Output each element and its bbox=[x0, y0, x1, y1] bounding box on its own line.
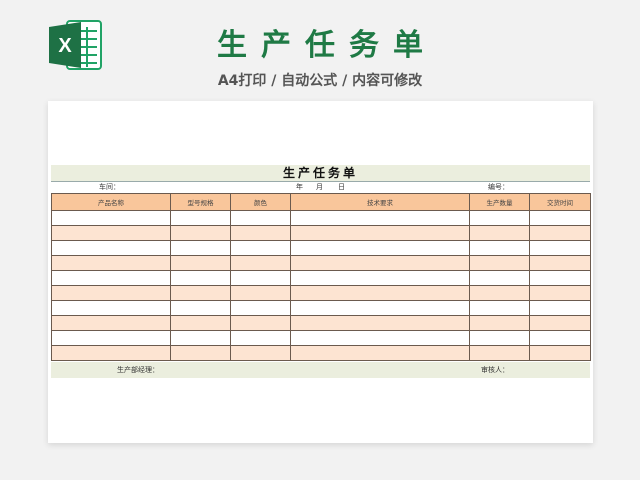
document-title: 生产任务单 bbox=[51, 165, 590, 182]
table-cell[interactable] bbox=[51, 330, 171, 346]
table-cell[interactable] bbox=[51, 225, 171, 241]
column-header: 技术要求 bbox=[290, 193, 470, 211]
table-cell[interactable] bbox=[469, 285, 530, 301]
document-preview: 生产任务单 车间： 年 月 日 编号： 产品名称 型号规格 颜色 技术要求 生产… bbox=[48, 101, 593, 443]
table-cell[interactable] bbox=[230, 270, 291, 286]
table-cell[interactable] bbox=[170, 225, 231, 241]
table-cell[interactable] bbox=[51, 240, 171, 256]
table-row bbox=[51, 345, 591, 361]
table-cell[interactable] bbox=[170, 300, 231, 316]
table-row bbox=[51, 255, 591, 271]
table-cell[interactable] bbox=[290, 270, 470, 286]
table-row bbox=[51, 270, 591, 286]
table-cell[interactable] bbox=[290, 210, 470, 226]
table-cell[interactable] bbox=[529, 255, 591, 271]
page-title: 生产任务单 bbox=[217, 28, 437, 63]
table-cell[interactable] bbox=[170, 240, 231, 256]
table-cell[interactable] bbox=[469, 210, 530, 226]
table-cell[interactable] bbox=[529, 315, 591, 331]
reviewer-label: 审核人： bbox=[481, 366, 509, 374]
column-header: 交货时间 bbox=[529, 193, 591, 211]
page-header: X 生产任务单 A4打印 / 自动公式 / 内容可修改 bbox=[0, 0, 640, 100]
table-cell[interactable] bbox=[230, 315, 291, 331]
table-row bbox=[51, 330, 591, 346]
table-cell[interactable] bbox=[51, 300, 171, 316]
column-header: 型号规格 bbox=[170, 193, 231, 211]
table-cell[interactable] bbox=[170, 345, 231, 361]
column-header: 颜色 bbox=[230, 193, 291, 211]
table-cell[interactable] bbox=[529, 330, 591, 346]
table-cell[interactable] bbox=[230, 225, 291, 241]
table-cell[interactable] bbox=[230, 210, 291, 226]
manager-label: 生产部经理： bbox=[117, 366, 159, 374]
table-row bbox=[51, 240, 591, 256]
table-cell[interactable] bbox=[51, 255, 171, 271]
task-table: 产品名称 型号规格 颜色 技术要求 生产数量 交货时间 bbox=[51, 193, 591, 361]
column-header: 生产数量 bbox=[469, 193, 530, 211]
date-year-label: 年 bbox=[296, 183, 303, 191]
table-cell[interactable] bbox=[230, 255, 291, 271]
table-cell[interactable] bbox=[469, 315, 530, 331]
table-cell[interactable] bbox=[170, 270, 231, 286]
table-cell[interactable] bbox=[290, 285, 470, 301]
table-cell[interactable] bbox=[290, 225, 470, 241]
number-label: 编号： bbox=[488, 183, 509, 191]
table-cell[interactable] bbox=[290, 345, 470, 361]
table-cell[interactable] bbox=[529, 300, 591, 316]
table-cell[interactable] bbox=[290, 315, 470, 331]
table-cell[interactable] bbox=[469, 345, 530, 361]
table-cell[interactable] bbox=[170, 210, 231, 226]
table-cell[interactable] bbox=[469, 300, 530, 316]
table-row bbox=[51, 225, 591, 241]
table-row bbox=[51, 315, 591, 331]
date-month-label: 月 bbox=[316, 183, 323, 191]
table-cell[interactable] bbox=[469, 255, 530, 271]
table-row bbox=[51, 210, 591, 226]
table-cell[interactable] bbox=[170, 330, 231, 346]
table-cell[interactable] bbox=[51, 210, 171, 226]
table-cell[interactable] bbox=[529, 285, 591, 301]
table-row bbox=[51, 300, 591, 316]
table-cell[interactable] bbox=[469, 270, 530, 286]
info-row: 车间： 年 月 日 编号： bbox=[51, 182, 590, 193]
spreadsheet: 生产任务单 车间： 年 月 日 编号： 产品名称 型号规格 颜色 技术要求 生产… bbox=[51, 165, 591, 378]
table-cell[interactable] bbox=[230, 285, 291, 301]
table-cell[interactable] bbox=[290, 255, 470, 271]
table-cell[interactable] bbox=[529, 240, 591, 256]
table-cell[interactable] bbox=[469, 225, 530, 241]
signature-row: 生产部经理： 审核人： bbox=[51, 362, 590, 378]
table-cell[interactable] bbox=[170, 315, 231, 331]
table-cell[interactable] bbox=[230, 300, 291, 316]
table-cell[interactable] bbox=[290, 330, 470, 346]
workshop-label: 车间： bbox=[99, 183, 120, 191]
page-subtitle: A4打印 / 自动公式 / 内容可修改 bbox=[217, 73, 423, 89]
table-cell[interactable] bbox=[170, 285, 231, 301]
date-day-label: 日 bbox=[338, 183, 345, 191]
table-cell[interactable] bbox=[170, 255, 231, 271]
table-cell[interactable] bbox=[529, 225, 591, 241]
table-cell[interactable] bbox=[529, 270, 591, 286]
table-cell[interactable] bbox=[529, 210, 591, 226]
table-cell[interactable] bbox=[51, 315, 171, 331]
table-cell[interactable] bbox=[529, 345, 591, 361]
table-cell[interactable] bbox=[51, 270, 171, 286]
table-row bbox=[51, 285, 591, 301]
table-cell[interactable] bbox=[230, 345, 291, 361]
table-cell[interactable] bbox=[469, 240, 530, 256]
column-header: 产品名称 bbox=[51, 193, 171, 211]
table-header-row: 产品名称 型号规格 颜色 技术要求 生产数量 交货时间 bbox=[51, 193, 591, 211]
table-body bbox=[51, 210, 591, 361]
table-cell[interactable] bbox=[51, 285, 171, 301]
table-cell[interactable] bbox=[469, 330, 530, 346]
table-cell[interactable] bbox=[230, 240, 291, 256]
table-cell[interactable] bbox=[290, 300, 470, 316]
table-cell[interactable] bbox=[51, 345, 171, 361]
table-cell[interactable] bbox=[230, 330, 291, 346]
table-cell[interactable] bbox=[290, 240, 470, 256]
